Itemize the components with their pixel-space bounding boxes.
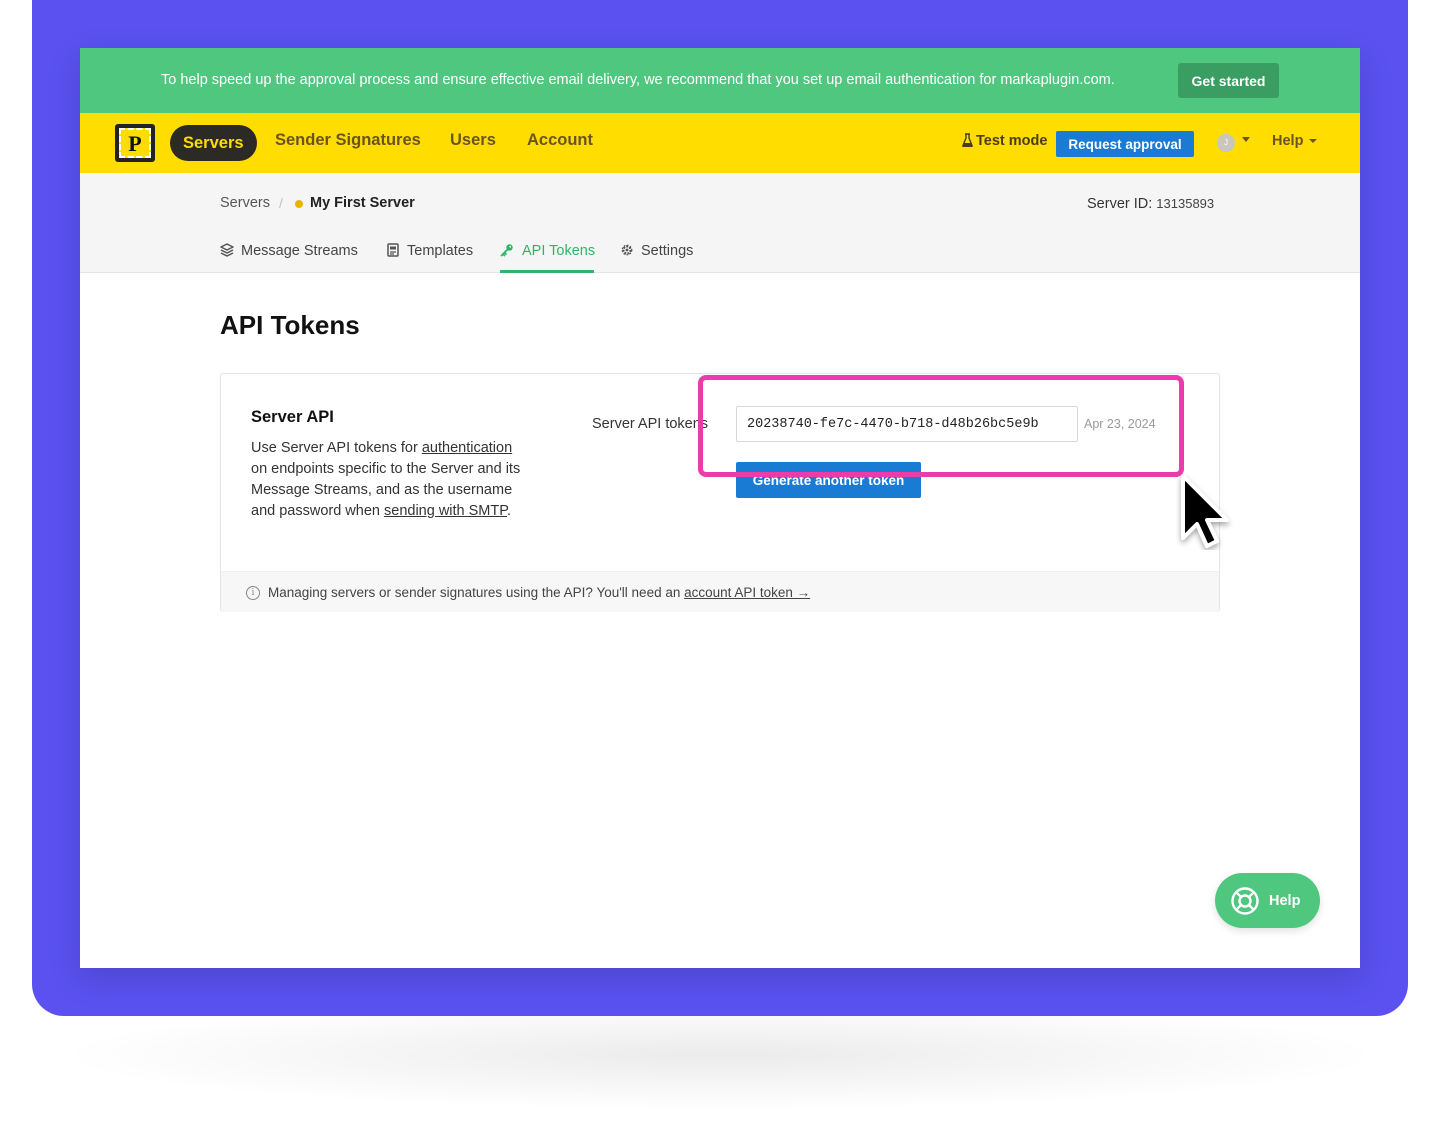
authentication-link[interactable]: authentication bbox=[422, 440, 512, 456]
server-id: Server ID: 13135893 bbox=[1087, 196, 1214, 212]
get-started-button[interactable]: Get started bbox=[1178, 63, 1279, 98]
tab-label: Message Streams bbox=[241, 243, 358, 259]
flask-icon bbox=[962, 133, 973, 148]
lifebuoy-icon bbox=[1231, 887, 1259, 915]
account-token-note-text: Managing servers or sender signatures us… bbox=[268, 585, 810, 600]
server-api-token-field[interactable] bbox=[736, 406, 1078, 442]
tab-label: API Tokens bbox=[522, 243, 596, 259]
logo-letter: P bbox=[119, 128, 151, 158]
breadcrumb-current-server: My First Server bbox=[310, 195, 415, 211]
test-mode-label: Test mode bbox=[976, 133, 1048, 149]
help-menu[interactable]: Help bbox=[1272, 133, 1303, 149]
email-auth-banner: To help speed up the approval process an… bbox=[80, 48, 1360, 113]
server-id-value: 13135893 bbox=[1156, 196, 1215, 211]
server-status-dot bbox=[295, 200, 303, 208]
help-widget-label: Help bbox=[1269, 893, 1301, 909]
nav-item-servers[interactable]: Servers bbox=[170, 125, 257, 161]
server-subheader: Servers / My First Server Server ID: 131… bbox=[80, 173, 1360, 273]
desc-text: Use Server API tokens for bbox=[251, 440, 418, 456]
token-created-date: Apr 23, 2024 bbox=[1084, 417, 1156, 431]
active-tab-underline bbox=[500, 270, 594, 273]
server-api-heading: Server API bbox=[251, 408, 334, 426]
key-icon bbox=[500, 244, 513, 257]
tab-settings[interactable]: Settings bbox=[620, 243, 693, 259]
generate-another-token-button[interactable]: Generate another token bbox=[736, 462, 921, 498]
server-api-card: Server API Use Server API tokens for aut… bbox=[220, 373, 1220, 612]
tab-message-streams[interactable]: Message Streams bbox=[220, 243, 358, 259]
breadcrumb-separator: / bbox=[279, 195, 283, 211]
nav-item-users[interactable]: Users bbox=[450, 131, 496, 150]
gear-icon bbox=[621, 244, 633, 256]
postmark-logo[interactable]: P bbox=[115, 124, 155, 162]
breadcrumb-servers[interactable]: Servers bbox=[220, 195, 270, 211]
banner-text: To help speed up the approval process an… bbox=[161, 72, 1115, 88]
top-navigation: P Servers Sender Signatures Users Accoun… bbox=[80, 113, 1360, 173]
account-api-token-link[interactable]: account API token → bbox=[684, 585, 810, 600]
account-token-note: i Managing servers or sender signatures … bbox=[221, 571, 1219, 612]
tab-label: Settings bbox=[641, 243, 694, 259]
server-api-description: Use Server API tokens for authentication… bbox=[251, 438, 531, 522]
help-chevron-down-icon[interactable] bbox=[1309, 139, 1317, 143]
avatar[interactable]: J bbox=[1217, 134, 1235, 152]
page-title: API Tokens bbox=[220, 310, 360, 340]
tab-api-tokens[interactable]: API Tokens bbox=[500, 243, 595, 259]
sending-with-smtp-link[interactable]: sending with SMTP bbox=[384, 503, 507, 519]
frame-shadow bbox=[52, 1000, 1388, 1110]
tab-templates[interactable]: Templates bbox=[386, 243, 473, 259]
request-approval-button[interactable]: Request approval bbox=[1056, 131, 1194, 157]
nav-item-sender-signatures[interactable]: Sender Signatures bbox=[275, 131, 421, 150]
server-api-tokens-label: Server API tokens bbox=[592, 416, 709, 432]
layers-icon bbox=[220, 243, 234, 257]
avatar-chevron-down-icon[interactable] bbox=[1242, 137, 1250, 142]
help-widget-button[interactable]: Help bbox=[1215, 873, 1320, 928]
template-icon bbox=[387, 243, 399, 257]
nav-item-account[interactable]: Account bbox=[527, 131, 593, 150]
tab-label: Templates bbox=[407, 243, 474, 259]
info-icon: i bbox=[246, 586, 260, 600]
note-text: Managing servers or sender signatures us… bbox=[268, 585, 685, 600]
server-id-label: Server ID: bbox=[1087, 196, 1153, 212]
app-window: To help speed up the approval process an… bbox=[80, 48, 1360, 968]
desc-text: . bbox=[507, 503, 512, 519]
test-mode-indicator[interactable]: Test mode bbox=[962, 133, 1047, 149]
